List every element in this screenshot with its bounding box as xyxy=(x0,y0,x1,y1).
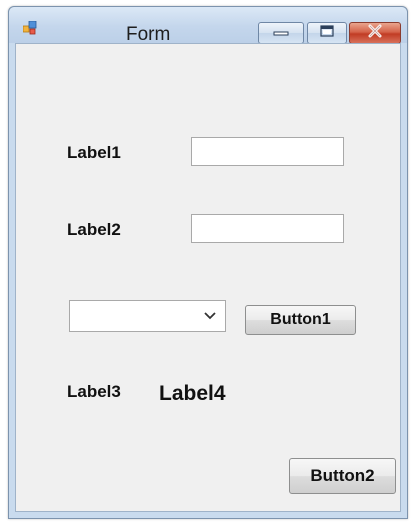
button2[interactable]: Button2 xyxy=(289,458,396,494)
label4: Label4 xyxy=(159,382,226,405)
window-title: Form xyxy=(126,24,171,45)
label3: Label3 xyxy=(67,382,121,401)
textbox1[interactable] xyxy=(191,137,344,166)
maximize-icon xyxy=(319,24,335,43)
label1: Label1 xyxy=(67,143,121,162)
form-client-area: Label1 Label2 Button1 Label3 Label4 Butt… xyxy=(15,43,401,512)
close-icon xyxy=(366,24,384,43)
minimize-button[interactable] xyxy=(258,22,304,44)
button1[interactable]: Button1 xyxy=(245,305,356,335)
app-icon xyxy=(22,20,37,35)
minimize-icon xyxy=(272,24,290,42)
close-button[interactable] xyxy=(349,22,401,44)
form-window: Form Label1 Label2 Button1 Label3 Label4… xyxy=(8,6,408,519)
maximize-button[interactable] xyxy=(307,22,347,44)
title-bar[interactable]: Form xyxy=(9,7,407,45)
textbox2[interactable] xyxy=(191,214,344,243)
label2: Label2 xyxy=(67,220,121,239)
combo-box[interactable] xyxy=(69,300,226,332)
chevron-down-icon[interactable] xyxy=(203,309,217,321)
